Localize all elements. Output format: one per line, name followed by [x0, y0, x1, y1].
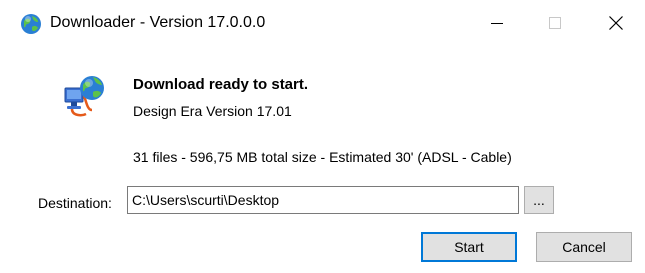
- downloader-window: Downloader - Version 17.0.0.0 Download r…: [0, 0, 645, 273]
- cancel-button[interactable]: Cancel: [536, 232, 632, 262]
- dialog-body: Download ready to start. Design Era Vers…: [0, 46, 645, 273]
- window-title: Downloader - Version 17.0.0.0: [50, 14, 266, 31]
- globe-icon: [21, 14, 41, 34]
- minimize-button[interactable]: [468, 0, 526, 46]
- destination-label: Destination:: [38, 195, 112, 211]
- close-button[interactable]: [587, 0, 645, 46]
- browse-button[interactable]: ...: [524, 186, 554, 214]
- maximize-button[interactable]: [526, 0, 584, 46]
- start-button[interactable]: Start: [421, 232, 517, 262]
- minimize-icon: [491, 23, 503, 24]
- dialog-heading: Download ready to start.: [133, 76, 309, 93]
- network-globe-icon: [64, 76, 104, 117]
- product-version: Design Era Version 17.01: [133, 103, 292, 119]
- destination-field[interactable]: [127, 186, 519, 214]
- download-summary: 31 files - 596,75 MB total size - Estima…: [133, 149, 512, 165]
- title-bar[interactable]: Downloader - Version 17.0.0.0: [0, 0, 645, 46]
- close-icon: [609, 16, 623, 30]
- maximize-icon: [549, 17, 561, 29]
